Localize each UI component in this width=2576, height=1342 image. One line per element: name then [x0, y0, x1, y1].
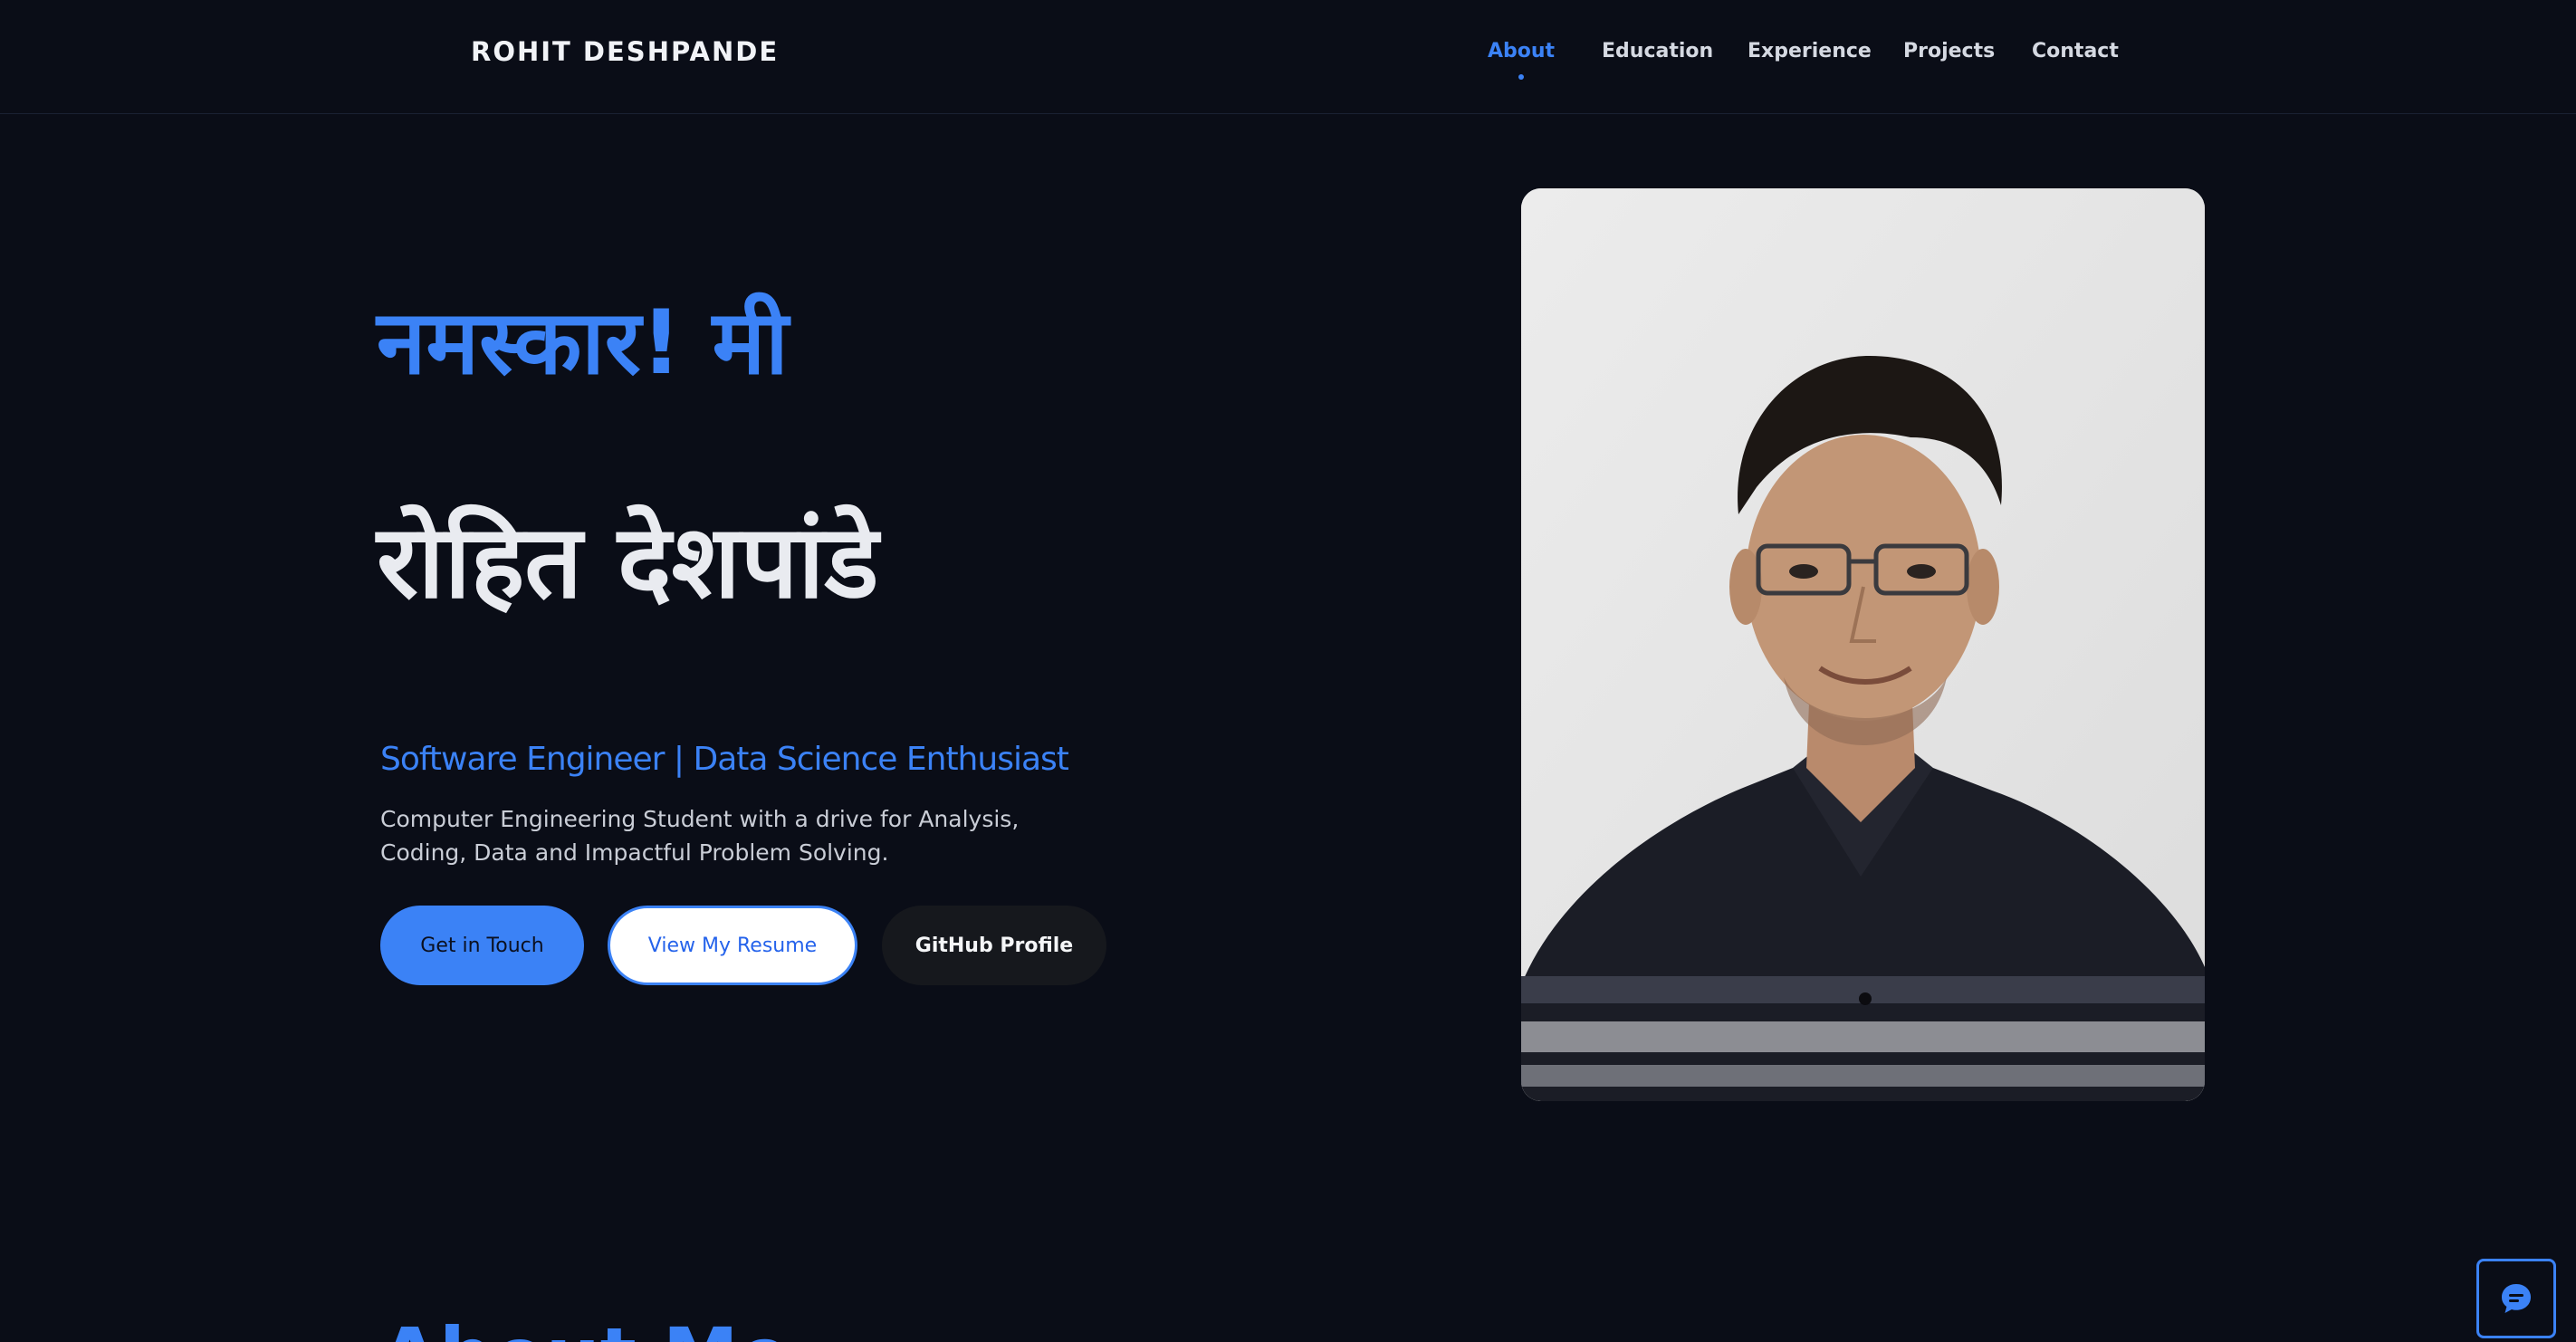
nav-item-projects[interactable]: Projects [1903, 40, 1995, 62]
nav-item-experience[interactable]: Experience [1748, 40, 1872, 62]
site-header: ROHIT DESHPANDE About Education Experien… [0, 0, 2576, 114]
button-label: GitHub Profile [915, 934, 1074, 957]
active-indicator [1518, 74, 1525, 80]
profile-photo-illustration [1521, 188, 2205, 1101]
page: ROHIT DESHPANDE About Education Experien… [0, 0, 2576, 1342]
nav-item-label: Contact [2032, 40, 2119, 62]
view-resume-button[interactable]: View My Resume [608, 906, 857, 985]
hero-role: Software Engineer | Data Science Enthusi… [380, 741, 1069, 778]
nav-item-label: Experience [1748, 40, 1872, 62]
hero-greeting: नमस्कार! मी [377, 292, 789, 395]
get-in-touch-button[interactable]: Get in Touch [380, 906, 584, 985]
nav-item-label: Education [1602, 40, 1714, 62]
nav-item-contact[interactable]: Contact [2032, 40, 2119, 62]
main-nav: About Education Experience Projects Cont… [0, 40, 2576, 85]
button-label: Get in Touch [420, 934, 544, 957]
hero-name: रोहित देशपांडे [377, 503, 879, 621]
github-profile-button[interactable]: GitHub Profile [882, 906, 1106, 985]
button-label: View My Resume [647, 934, 818, 957]
about-section-heading: About Me [380, 1318, 790, 1342]
hero-description: Computer Engineering Student with a driv… [380, 806, 1020, 866]
nav-item-about[interactable]: About [1488, 40, 1556, 80]
chat-bubble-icon [2502, 1284, 2531, 1313]
nav-item-education[interactable]: Education [1602, 40, 1713, 62]
nav-item-label: About [1488, 40, 1556, 62]
chat-widget-button[interactable] [2476, 1259, 2556, 1338]
profile-photo [1521, 188, 2205, 1101]
nav-item-label: Projects [1903, 40, 1996, 62]
